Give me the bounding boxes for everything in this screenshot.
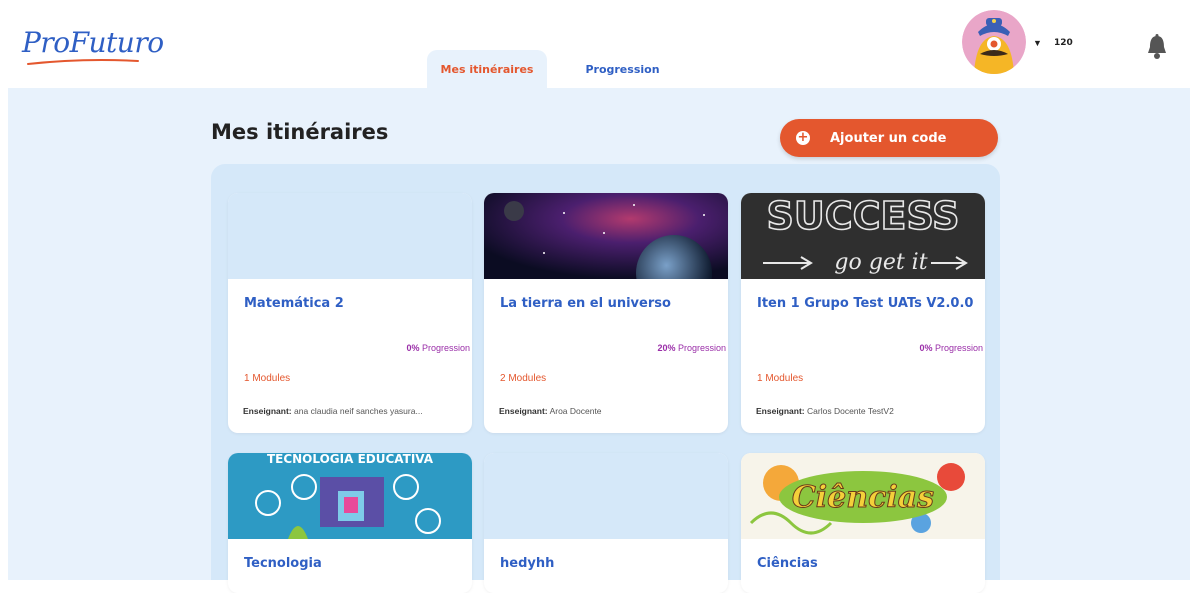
plus-circle-icon: +	[796, 130, 810, 145]
itinerary-card[interactable]: La tierra en el universo 20% Progression…	[484, 193, 728, 433]
card-teacher: Enseignant: ana claudia neif sanches yas…	[243, 406, 467, 416]
add-code-label: Ajouter un code	[830, 130, 947, 146]
tab-mes-itineraires[interactable]: Mes itinéraires	[427, 50, 547, 88]
card-title: La tierra en el universo	[500, 296, 671, 311]
teacher-name: Aroa Docente	[549, 406, 602, 416]
space-earth-image	[484, 193, 728, 279]
itinerary-card[interactable]: TECNOLOGIA EDUCATIVA Tecnologia	[228, 453, 472, 593]
card-modules: 1 Modules	[757, 373, 804, 384]
progress-value: 0%	[919, 343, 933, 353]
image-text-go-get-it: go get it	[834, 250, 927, 275]
itinerary-card[interactable]: hedyhh	[484, 453, 728, 593]
card-modules: 1 Modules	[244, 373, 291, 384]
card-progress: 20% Progression	[657, 343, 726, 353]
add-code-button[interactable]: + Ajouter un code	[780, 119, 998, 157]
success-chalkboard-image: SUCCESS go get it	[741, 193, 985, 279]
card-progress: 0% Progression	[919, 343, 983, 353]
card-modules: 2 Modules	[500, 373, 547, 384]
itinerary-card[interactable]: Ciências Ciências	[741, 453, 985, 593]
card-title: Tecnologia	[244, 556, 322, 571]
progress-label: Progression	[934, 343, 983, 353]
points-count: 120	[1054, 38, 1073, 48]
card-title: Iten 1 Grupo Test UATs V2.0.0	[757, 296, 974, 311]
teacher-label: Enseignant:	[243, 406, 292, 416]
ciencias-image: Ciências	[741, 453, 985, 539]
teacher-label: Enseignant:	[756, 406, 805, 416]
top-header: ProFuturo Mes itinéraires Progression ▼ …	[0, 0, 1190, 88]
progress-label: Progression	[421, 343, 470, 353]
caret-down-icon[interactable]: ▼	[1033, 38, 1042, 48]
card-progress: 0% Progression	[406, 343, 470, 353]
card-teacher: Enseignant: Aroa Docente	[499, 406, 723, 416]
image-text-tecnologia-educativa: TECNOLOGIA EDUCATIVA	[267, 453, 434, 466]
card-teacher: Enseignant: Carlos Docente TestV2	[756, 406, 980, 416]
image-text-success: SUCCESS	[767, 194, 960, 238]
progress-value: 20%	[657, 343, 676, 353]
teacher-name: Carlos Docente TestV2	[807, 406, 894, 416]
bell-icon[interactable]	[1146, 34, 1168, 60]
card-title: Ciências	[757, 556, 818, 571]
progress-label: Progression	[677, 343, 726, 353]
tecnologia-educativa-image: TECNOLOGIA EDUCATIVA	[228, 453, 472, 539]
teacher-name: ana claudia neif sanches yasura...	[294, 406, 423, 416]
card-title: hedyhh	[500, 556, 555, 571]
tab-progression[interactable]: Progression	[575, 50, 670, 88]
card-image-placeholder	[228, 193, 472, 279]
teacher-label: Enseignant:	[499, 406, 548, 416]
logo-swoosh	[27, 59, 139, 65]
page-title: Mes itinéraires	[211, 120, 389, 144]
progress-value: 0%	[406, 343, 420, 353]
profuturo-logo[interactable]: ProFuturo	[22, 26, 164, 59]
user-avatar[interactable]	[962, 10, 1026, 74]
card-image-placeholder	[484, 453, 728, 539]
itinerary-card[interactable]: Matemática 2 0% Progression 1 Modules En…	[228, 193, 472, 433]
itinerary-card[interactable]: SUCCESS go get it Iten 1 Grupo Test UATs…	[741, 193, 985, 433]
image-text-ciencias: Ciências	[792, 480, 934, 515]
card-title: Matemática 2	[244, 296, 344, 311]
